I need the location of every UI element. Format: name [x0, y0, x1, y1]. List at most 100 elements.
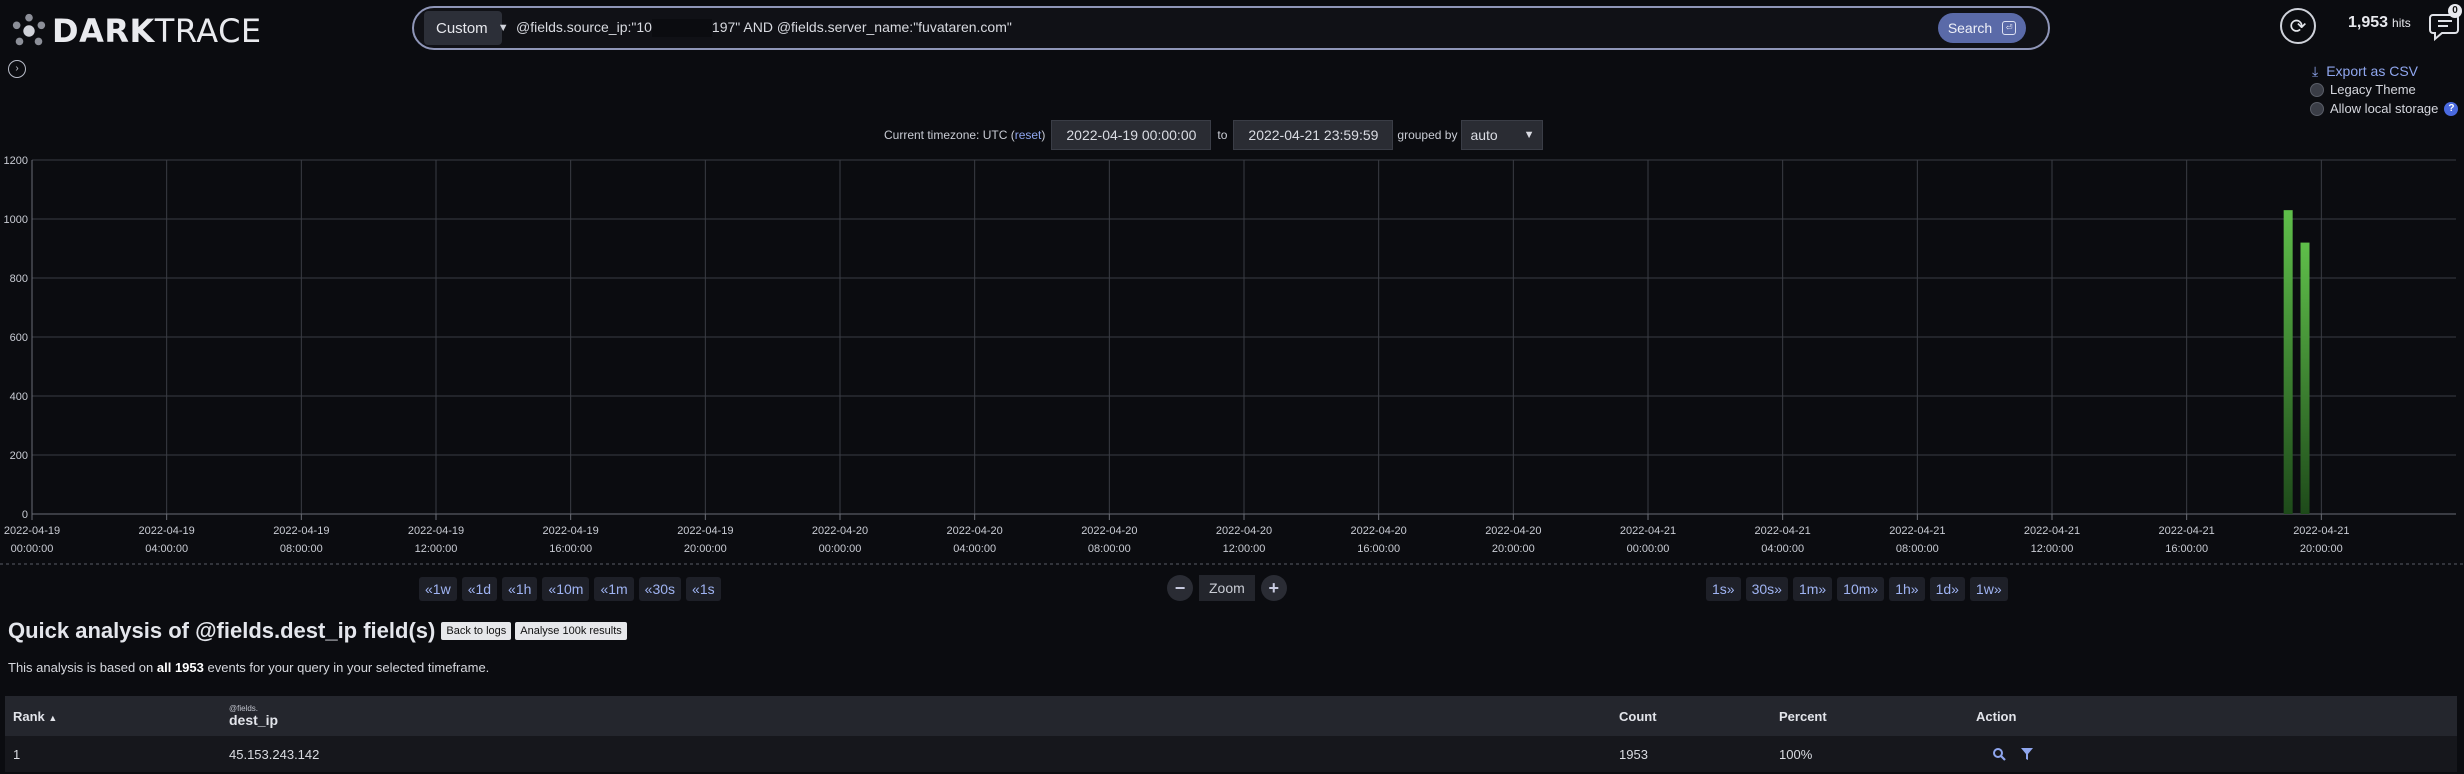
x-tick-label-date: 2022-04-19 [139, 525, 195, 537]
expand-panel-icon[interactable]: › [8, 60, 26, 78]
x-tick-label-date: 2022-04-20 [1081, 525, 1137, 537]
pager-back-1d[interactable]: «1d [461, 577, 498, 601]
analysis-title-row: Quick analysis of @fields.dest_ip field(… [8, 618, 627, 644]
x-tick-label-date: 2022-04-20 [1216, 525, 1272, 537]
row-percent: 100% [1779, 746, 1813, 762]
desc-bold: all 1953 [156, 660, 204, 675]
x-tick-label-time: 00:00:00 [1627, 543, 1670, 555]
pager-fwd-1d[interactable]: 1d» [1929, 577, 1965, 601]
x-tick-label-time: 16:00:00 [549, 543, 592, 555]
x-tick-label-time: 12:00:00 [2031, 543, 2074, 555]
help-icon[interactable]: ? [2444, 101, 2459, 116]
zoom-label: Zoom [1199, 575, 1255, 601]
pager-back-30s[interactable]: «30s [638, 577, 682, 601]
hits-count: 1,953 [2348, 14, 2389, 31]
x-tick-label-date: 2022-04-21 [2159, 525, 2215, 537]
pager-fwd-1w[interactable]: 1w» [1969, 577, 2008, 601]
x-tick-label-date: 2022-04-19 [273, 525, 329, 537]
pager-fwd-1h[interactable]: 1h» [1889, 577, 1925, 601]
pager-back-1h[interactable]: «1h [502, 577, 538, 601]
query-suffix: 197" AND @fields.server_name:"fuvataren.… [711, 18, 1012, 35]
legacy-theme-option[interactable]: Legacy Theme [2310, 80, 2458, 99]
x-tick-label-time: 20:00:00 [1492, 543, 1535, 555]
local-storage-label: Allow local storage [2330, 101, 2439, 116]
side-options: ⤓ Export as CSV Legacy Theme Allow local… [2310, 62, 2459, 118]
histogram-bar [2300, 242, 2310, 514]
x-tick-label-time: 04:00:00 [145, 543, 188, 555]
percent-header[interactable]: Percent [1779, 709, 1827, 724]
dest-ip-header-label: dest_ip [229, 712, 279, 728]
analyse-results-button[interactable]: Analyse 100k results [515, 622, 627, 640]
rank-header[interactable]: Rank ▲ [13, 709, 57, 724]
pager-back-1m[interactable]: «1m [594, 577, 634, 601]
x-tick-label-date: 2022-04-20 [1351, 525, 1407, 537]
desc-pre: This analysis is based on [8, 660, 154, 675]
x-tick-label-date: 2022-04-21 [2293, 525, 2349, 537]
keyboard-shortcut-icon: ⏎ [2002, 21, 2017, 35]
count-header[interactable]: Count [1619, 709, 1657, 724]
x-tick-label-time: 08:00:00 [280, 543, 323, 555]
y-tick-label: 1200 [4, 155, 28, 167]
zoom-out-button[interactable]: − [1167, 575, 1193, 601]
date-to-input[interactable]: 2022-04-21 23:59:59 [1233, 120, 1394, 150]
y-tick-label: 400 [10, 391, 28, 403]
refresh-icon[interactable]: ⟳ [2280, 8, 2316, 44]
back-to-logs-button[interactable]: Back to logs [441, 622, 512, 640]
x-tick-label-date: 2022-04-20 [812, 525, 868, 537]
pager-fwd-1m[interactable]: 1m» [1792, 577, 1833, 601]
x-tick-label-date: 2022-04-20 [1485, 525, 1541, 537]
filter-icon[interactable] [2020, 747, 2034, 761]
logo-text: DARKTRACE [52, 12, 262, 50]
zoom-in-button[interactable]: + [1260, 575, 1287, 601]
y-tick-label: 600 [10, 332, 28, 344]
hits-unit: hits [2392, 16, 2411, 30]
time-range-row: Current timezone: UTC (reset) 2022-04-19… [884, 120, 1544, 150]
pager-back-1w[interactable]: «1w [419, 577, 457, 601]
histogram-bar [2283, 210, 2293, 514]
x-tick-label-time: 20:00:00 [684, 543, 727, 555]
notification-badge: 0 [2448, 4, 2462, 18]
legacy-theme-toggle[interactable] [2310, 82, 2324, 97]
y-tick-label: 0 [22, 509, 28, 521]
query-type-select[interactable]: Custom ▼ [424, 11, 509, 45]
x-tick-label-time: 12:00:00 [415, 543, 458, 555]
darktrace-logo-icon [12, 13, 46, 46]
table-header: Rank ▲ @fields. dest_ip Count Percent Ac… [5, 696, 2457, 736]
pager-fwd-10m[interactable]: 10m» [1837, 577, 1885, 601]
local-storage-option[interactable]: Allow local storage ? [2310, 99, 2459, 118]
dest-ip-header[interactable]: @fields. dest_ip [229, 705, 279, 728]
sort-asc-icon: ▲ [48, 712, 58, 723]
export-csv-label: Export as CSV [2326, 63, 2419, 79]
pager-back-1s[interactable]: «1s [686, 577, 721, 601]
analysis-table: Rank ▲ @fields. dest_ip Count Percent Ac… [5, 696, 2457, 772]
pager-back: «1w «1d «1h «10m «1m «30s «1s [419, 577, 721, 601]
y-tick-label: 1000 [4, 214, 28, 226]
zoom-control: − Zoom + [1167, 575, 1287, 601]
desc-post: events for your query in your selected t… [207, 660, 490, 675]
row-actions [1992, 747, 2034, 761]
timezone-reset-link[interactable]: reset [1015, 128, 1042, 142]
x-tick-label-date: 2022-04-19 [677, 525, 733, 537]
search-input[interactable]: @fields.source_ip:"10 197" AND @fields.se… [516, 18, 1012, 38]
grouped-by-select[interactable]: auto ▼ [1461, 120, 1544, 150]
timezone-close: ) [1041, 128, 1046, 142]
histogram-chart[interactable]: 0 200 400 600 800 1000 1200 2022-04-19 00:00:00 2… [0, 150, 2464, 570]
row-count: 1953 [1619, 746, 1648, 762]
export-csv-link[interactable]: ⤓ Export as CSV [2312, 62, 2458, 80]
search-icon[interactable] [1992, 747, 2006, 761]
local-storage-toggle[interactable] [2310, 101, 2324, 116]
pager-fwd-30s[interactable]: 30s» [1745, 577, 1788, 601]
x-tick-label-time: 04:00:00 [1761, 543, 1804, 555]
date-from-input[interactable]: 2022-04-19 00:00:00 [1051, 120, 1212, 150]
date-to-label: to [1217, 128, 1228, 142]
search-button[interactable]: Search ⏎ [1938, 13, 2026, 43]
pager-back-10m[interactable]: «10m [542, 577, 590, 601]
darktrace-logo: DARKTRACE [10, 10, 262, 52]
x-tick-label-date: 2022-04-21 [1620, 525, 1676, 537]
row-rank: 1 [13, 746, 21, 762]
x-tick-label-date: 2022-04-21 [1889, 525, 1945, 537]
pager-fwd-1s[interactable]: 1s» [1706, 577, 1741, 601]
search-bar: Custom ▼ @fields.source_ip:"10 197" AND @… [412, 6, 2050, 50]
x-tick-label-date: 2022-04-19 [408, 525, 464, 537]
query-type-value: Custom [436, 19, 488, 37]
